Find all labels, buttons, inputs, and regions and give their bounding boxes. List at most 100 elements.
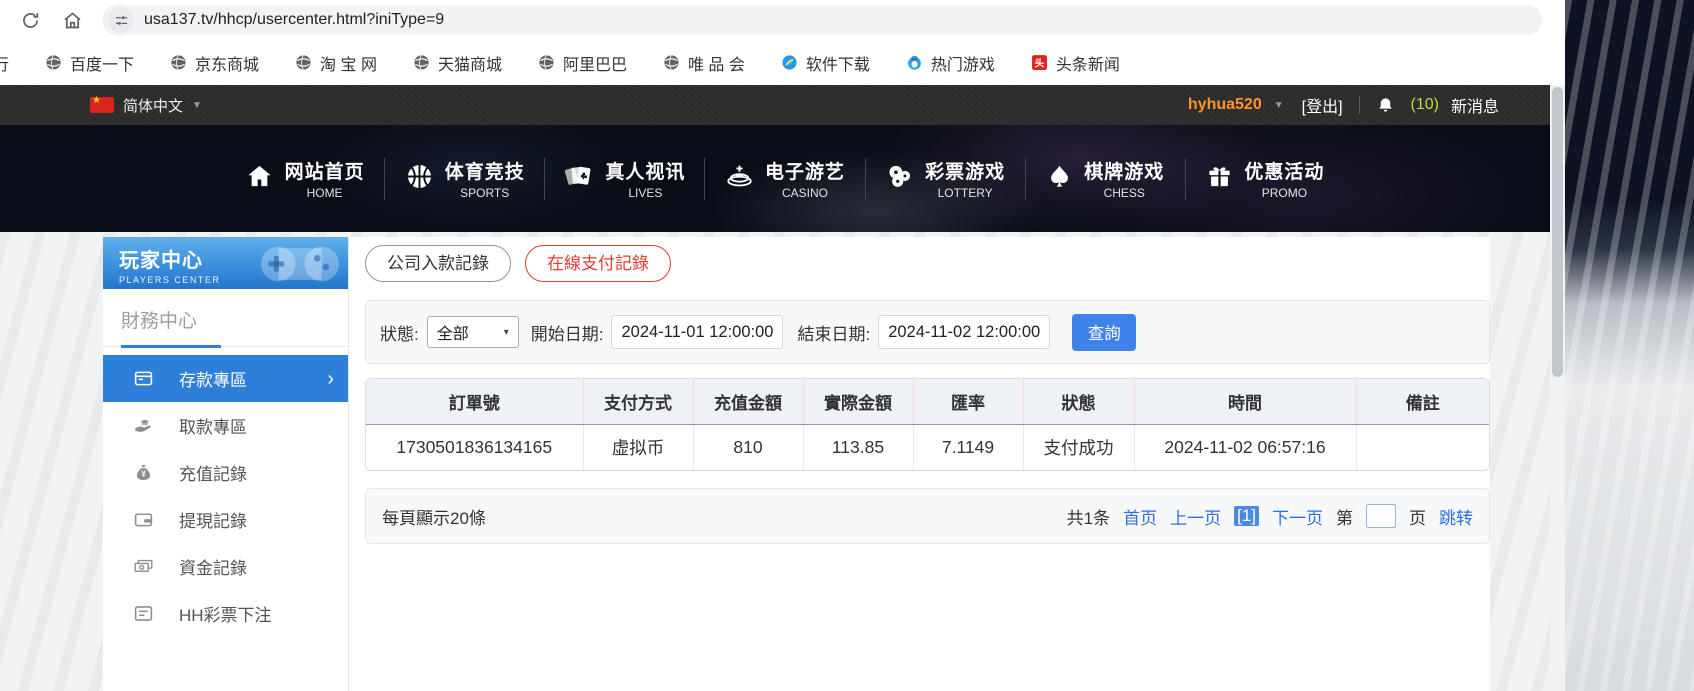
nav-label-en: HOME bbox=[307, 186, 343, 200]
news-icon: 头 bbox=[1031, 54, 1048, 71]
records-table: 訂單號支付方式充值金額實際金額匯率狀態時間備註 1730501836134165… bbox=[365, 378, 1490, 471]
bookmark-label: 头条新闻 bbox=[1056, 51, 1120, 75]
bookmark-item[interactable]: 百度一下 bbox=[45, 51, 134, 75]
cards-icon bbox=[564, 162, 594, 195]
penguin-icon bbox=[906, 54, 923, 71]
sidebar-item-banknotes[interactable]: 資金記錄 bbox=[103, 543, 348, 590]
table-cell: 2024-11-02 06:57:16 bbox=[1134, 424, 1356, 470]
sidebar-item-withdraw[interactable]: 取款專區 bbox=[103, 402, 348, 449]
nav-item-lottery[interactable]: 彩票游戏LOTTERY bbox=[866, 157, 1025, 200]
main-content: 公司入款記錄在線支付記錄 狀態: 全部 ▾ 開始日期: 結束日期: 查詢 訂單號 bbox=[365, 237, 1490, 691]
scrollbar-thumb[interactable] bbox=[1552, 87, 1563, 377]
nav-label-zh: 真人视讯 bbox=[605, 157, 685, 184]
sidebar-item-label: 資金記錄 bbox=[179, 554, 247, 579]
message-label[interactable]: 新消息 bbox=[1451, 93, 1499, 117]
browser-scrollbar[interactable] bbox=[1550, 85, 1565, 691]
logout-link[interactable]: [登出] bbox=[1302, 93, 1343, 117]
nav-item-casino[interactable]: 电子游艺CASINO bbox=[705, 157, 864, 200]
nav-label-en: SPORTS bbox=[460, 186, 509, 200]
globe-icon bbox=[413, 54, 430, 71]
gift-icon bbox=[1206, 163, 1233, 195]
column-header: 時間 bbox=[1134, 379, 1356, 424]
sidebar-item-betlist[interactable]: HH彩票下注 bbox=[103, 590, 348, 637]
jump-link[interactable]: 跳转 bbox=[1439, 504, 1473, 529]
address-bar[interactable]: usa137.tv/hhcp/usercenter.html?iniType=9 bbox=[102, 5, 1542, 35]
bell-icon[interactable] bbox=[1376, 96, 1395, 115]
table-row: 1730501836134165虚拟币810113.857.1149支付成功20… bbox=[366, 424, 1489, 470]
sidebar-item-deposit[interactable]: 存款專區› bbox=[103, 355, 348, 402]
bookmark-item[interactable]: 京东商城 bbox=[170, 51, 259, 75]
bookmark-item[interactable]: 行 bbox=[0, 51, 9, 75]
end-date-input[interactable] bbox=[878, 315, 1050, 349]
column-header: 狀態 bbox=[1023, 379, 1134, 424]
table-cell: 支付成功 bbox=[1023, 424, 1134, 470]
nav-item-chess[interactable]: 棋牌游戏CHESS bbox=[1026, 157, 1185, 200]
page-size-label: 每頁顯示20條 bbox=[382, 504, 486, 529]
sidebar-item-moneybag[interactable]: ¥充值記錄 bbox=[103, 449, 348, 496]
start-date-input[interactable] bbox=[611, 315, 783, 349]
globe-icon bbox=[538, 54, 555, 71]
bookmark-item[interactable]: 软件下载 bbox=[781, 51, 870, 75]
current-page[interactable]: [1] bbox=[1234, 506, 1259, 526]
basketball-icon bbox=[405, 162, 434, 196]
globe-icon bbox=[45, 54, 62, 71]
nav-item-home[interactable]: 网站首页HOME bbox=[225, 157, 384, 200]
nav-label-en: CASINO bbox=[782, 186, 828, 200]
message-count[interactable]: (10) bbox=[1411, 96, 1439, 114]
browser-toolbar: usa137.tv/hhcp/usercenter.html?iniType=9 bbox=[0, 0, 1565, 40]
tab-online-payment-records[interactable]: 在線支付記錄 bbox=[525, 245, 671, 282]
players-center-banner: 玩家中心 PLAYERS CENTER bbox=[103, 237, 348, 289]
browser-home-icon[interactable] bbox=[56, 4, 88, 36]
reload-icon[interactable] bbox=[14, 4, 46, 36]
end-date-label: 結束日期: bbox=[797, 320, 870, 345]
betlist-icon bbox=[133, 603, 154, 624]
banknotes-icon bbox=[133, 556, 154, 577]
lottery-balls-icon bbox=[885, 162, 914, 196]
record-tabs: 公司入款記錄在線支付記錄 bbox=[365, 245, 1490, 282]
nav-label-zh: 棋牌游戏 bbox=[1084, 157, 1164, 184]
nav-item-sports[interactable]: 体育竞技SPORTS bbox=[385, 157, 544, 200]
wallet-icon bbox=[133, 509, 154, 530]
tab-company-deposit-records[interactable]: 公司入款記錄 bbox=[365, 245, 511, 282]
nav-item-text: 彩票游戏LOTTERY bbox=[925, 157, 1005, 200]
bookmark-label: 软件下载 bbox=[806, 51, 870, 75]
bookmark-item[interactable]: 头头条新闻 bbox=[1031, 51, 1120, 75]
pagination-bar: 每頁顯示20條 共1条 首页 上一页 [1] 下一页 第 页 跳转 bbox=[365, 488, 1490, 544]
username[interactable]: hyhua520 bbox=[1188, 96, 1262, 114]
chevron-right-icon: › bbox=[327, 369, 334, 389]
bookmark-label: 淘 宝 网 bbox=[320, 51, 377, 75]
screen: usa137.tv/hhcp/usercenter.html?iniType=9… bbox=[0, 0, 1694, 691]
bookmark-item[interactable]: 淘 宝 网 bbox=[295, 51, 377, 75]
column-header: 實際金額 bbox=[803, 379, 913, 424]
chevron-down-icon[interactable]: ▼ bbox=[1274, 100, 1284, 111]
query-button[interactable]: 查詢 bbox=[1072, 314, 1136, 351]
sidebar-item-wallet[interactable]: 提現記錄 bbox=[103, 496, 348, 543]
language-selector[interactable]: 简体中文 ▼ bbox=[90, 95, 202, 116]
sidebar-item-label: 提現記錄 bbox=[179, 507, 247, 532]
prev-page-link[interactable]: 上一页 bbox=[1170, 504, 1221, 529]
column-header: 匯率 bbox=[913, 379, 1023, 424]
nav-label-en: PROMO bbox=[1262, 186, 1307, 200]
jump-label-pre: 第 bbox=[1336, 504, 1353, 529]
deposit-icon bbox=[133, 368, 154, 389]
site-info-icon[interactable] bbox=[108, 7, 134, 33]
chevron-down-icon: ▾ bbox=[504, 327, 509, 338]
bookmark-item[interactable]: 阿里巴巴 bbox=[538, 51, 627, 75]
filter-bar: 狀態: 全部 ▾ 開始日期: 結束日期: 查詢 bbox=[365, 300, 1490, 364]
next-page-link[interactable]: 下一页 bbox=[1272, 504, 1323, 529]
bookmark-item[interactable]: 唯 品 会 bbox=[663, 51, 745, 75]
spade-icon bbox=[1046, 163, 1073, 195]
jump-page-input[interactable] bbox=[1366, 504, 1396, 528]
nav-item-text: 网站首页HOME bbox=[285, 157, 365, 200]
nav-item-promo[interactable]: 优惠活动PROMO bbox=[1186, 157, 1345, 200]
nav-item-lives[interactable]: 真人视讯LIVES bbox=[545, 157, 704, 200]
status-label: 狀態: bbox=[380, 320, 419, 345]
divider bbox=[1359, 96, 1360, 114]
finance-center-heading: 財務中心 bbox=[103, 289, 348, 347]
bookmark-item[interactable]: 天猫商城 bbox=[413, 51, 502, 75]
chevron-down-icon: ▼ bbox=[192, 100, 202, 111]
bookmark-item[interactable]: 热门游戏 bbox=[906, 51, 995, 75]
first-page-link[interactable]: 首页 bbox=[1123, 504, 1157, 529]
status-select[interactable]: 全部 ▾ bbox=[427, 316, 519, 348]
url-text[interactable]: usa137.tv/hhcp/usercenter.html?iniType=9 bbox=[144, 11, 444, 29]
